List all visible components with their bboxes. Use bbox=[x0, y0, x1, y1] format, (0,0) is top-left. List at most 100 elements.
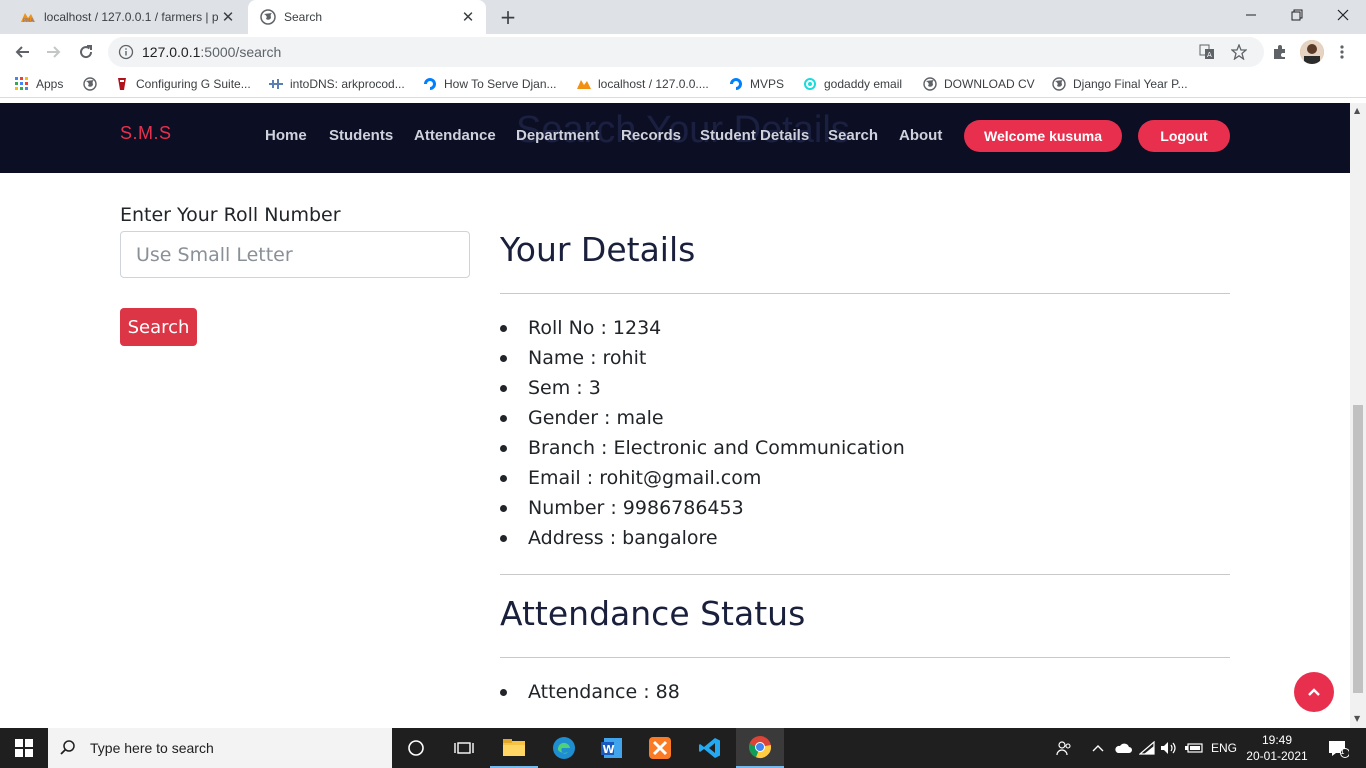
system-clock[interactable]: 19:49 20-01-2021 bbox=[1240, 732, 1314, 764]
close-tab-icon[interactable]: ✕ bbox=[218, 7, 238, 27]
detail-sem: Sem : 3 bbox=[500, 373, 905, 403]
globe-icon bbox=[260, 9, 276, 25]
search-icon bbox=[60, 740, 75, 755]
tab-title: Search bbox=[284, 10, 323, 24]
windows-start-icon[interactable] bbox=[0, 728, 48, 768]
site-info-icon[interactable] bbox=[118, 44, 134, 64]
page-icon bbox=[114, 76, 130, 92]
onedrive-cloud-icon[interactable] bbox=[1112, 728, 1134, 768]
nav-students[interactable]: Students bbox=[329, 127, 393, 144]
xampp-icon[interactable] bbox=[636, 728, 684, 768]
page-scrollbar[interactable]: ▲ ▼ bbox=[1350, 103, 1366, 728]
edge-browser-icon[interactable] bbox=[540, 728, 588, 768]
nav-attendance[interactable]: Attendance bbox=[414, 127, 496, 144]
task-view-icon[interactable] bbox=[440, 728, 488, 768]
bookmark-localhost-pma[interactable]: localhost / 127.0.0.... bbox=[576, 75, 709, 93]
bookmark-django-final-year[interactable]: Django Final Year P... bbox=[1051, 75, 1188, 93]
nav-department[interactable]: Department bbox=[516, 127, 599, 144]
volume-icon[interactable] bbox=[1158, 728, 1180, 768]
address-bar[interactable]: 127.0.0.1:5000/search A bbox=[108, 37, 1264, 67]
language-indicator[interactable]: ENG bbox=[1208, 728, 1240, 768]
tab-title: localhost / 127.0.0.1 / farmers | p bbox=[44, 10, 218, 24]
forward-arrow-icon[interactable] bbox=[40, 38, 68, 66]
site-navbar: Search Your Details S.M.S Home Students … bbox=[0, 103, 1350, 173]
nav-home[interactable]: Home bbox=[265, 127, 307, 144]
dns-icon bbox=[268, 76, 284, 92]
cortana-icon[interactable] bbox=[392, 728, 440, 768]
welcome-user-button[interactable]: Welcome kusuma bbox=[964, 120, 1122, 152]
nav-records[interactable]: Records bbox=[621, 127, 681, 144]
detail-roll-no: Roll No : 1234 bbox=[500, 313, 905, 343]
bookmark-download-cv[interactable]: DOWNLOAD CV bbox=[922, 75, 1035, 93]
attendance-value: Attendance : 88 bbox=[500, 677, 680, 707]
extensions-puzzle-icon[interactable] bbox=[1268, 40, 1292, 64]
svg-text:W: W bbox=[603, 743, 615, 756]
nav-search[interactable]: Search bbox=[828, 127, 878, 144]
digitalocean-icon bbox=[728, 76, 744, 92]
detail-branch: Branch : Electronic and Communication bbox=[500, 433, 905, 463]
file-explorer-icon[interactable] bbox=[490, 728, 538, 768]
bookmark-serve-django[interactable]: How To Serve Djan... bbox=[422, 75, 557, 93]
chrome-menu-icon[interactable] bbox=[1330, 40, 1354, 64]
apps-grid-icon bbox=[14, 76, 30, 92]
close-tab-icon[interactable]: ✕ bbox=[458, 7, 478, 27]
bookmark-star-icon[interactable] bbox=[1230, 43, 1248, 61]
url-text: 127.0.0.1:5000/search bbox=[142, 44, 282, 60]
logout-button[interactable]: Logout bbox=[1138, 120, 1230, 152]
profile-avatar[interactable] bbox=[1300, 40, 1324, 64]
new-tab-icon[interactable]: + bbox=[496, 6, 520, 28]
globe-icon bbox=[82, 76, 98, 92]
divider bbox=[500, 293, 1230, 294]
browser-tab-strip: PMA localhost / 127.0.0.1 / farmers | p … bbox=[0, 0, 1366, 34]
bookmark-apps[interactable]: Apps bbox=[14, 75, 63, 93]
globe-icon bbox=[1051, 76, 1067, 92]
restore-icon[interactable] bbox=[1274, 0, 1320, 30]
vscode-icon[interactable] bbox=[686, 728, 734, 768]
network-wifi-icon[interactable] bbox=[1136, 728, 1158, 768]
bookmark-mvps[interactable]: MVPS bbox=[728, 75, 784, 93]
back-to-top-button[interactable] bbox=[1294, 672, 1334, 712]
phpmyadmin-icon bbox=[576, 76, 592, 92]
roll-number-input[interactable] bbox=[120, 231, 470, 278]
detail-number: Number : 9986786453 bbox=[500, 493, 905, 523]
detail-gender: Gender : male bbox=[500, 403, 905, 433]
notification-count: 1 bbox=[1340, 747, 1345, 756]
chrome-icon[interactable] bbox=[736, 728, 784, 768]
scrollbar-thumb[interactable] bbox=[1353, 405, 1363, 693]
scroll-up-arrow-icon[interactable]: ▲ bbox=[1354, 106, 1360, 115]
close-window-icon[interactable] bbox=[1320, 0, 1366, 30]
bookmark-configuring-gsuite[interactable]: Configuring G Suite... bbox=[114, 75, 251, 93]
word-icon[interactable]: W bbox=[588, 728, 636, 768]
back-arrow-icon[interactable] bbox=[8, 38, 36, 66]
nav-about[interactable]: About bbox=[899, 127, 942, 144]
page-viewport: Search Your Details S.M.S Home Students … bbox=[0, 103, 1350, 728]
detail-name: Name : rohit bbox=[500, 343, 905, 373]
notification-center-icon[interactable]: 1 bbox=[1318, 728, 1358, 768]
translate-icon[interactable]: A bbox=[1198, 43, 1216, 61]
site-brand[interactable]: S.M.S bbox=[120, 123, 172, 144]
svg-text:PMA: PMA bbox=[23, 18, 34, 23]
globe-icon bbox=[922, 76, 938, 92]
tab-phpmyadmin[interactable]: PMA localhost / 127.0.0.1 / farmers | p … bbox=[8, 0, 246, 34]
reload-icon[interactable] bbox=[72, 38, 100, 66]
student-details-list: Roll No : 1234 Name : rohit Sem : 3 Gend… bbox=[500, 313, 905, 553]
minimize-icon[interactable] bbox=[1228, 0, 1274, 30]
digitalocean-icon bbox=[422, 76, 438, 92]
tab-search[interactable]: Search ✕ bbox=[248, 0, 486, 34]
battery-icon[interactable] bbox=[1182, 728, 1206, 768]
bookmark-globe[interactable] bbox=[82, 75, 104, 93]
taskbar-search-box[interactable]: Type here to search bbox=[48, 728, 392, 768]
show-hidden-icons-chevron-up-icon[interactable] bbox=[1088, 728, 1108, 768]
clock-date: 20-01-2021 bbox=[1246, 749, 1308, 763]
attendance-status-heading: Attendance Status bbox=[500, 594, 806, 633]
chevron-up-icon bbox=[1308, 688, 1320, 696]
bookmark-godaddy-email[interactable]: godaddy email bbox=[802, 75, 902, 93]
search-button[interactable]: Search bbox=[120, 308, 197, 346]
your-details-heading: Your Details bbox=[500, 230, 696, 269]
roll-number-label: Enter Your Roll Number bbox=[120, 204, 341, 226]
scroll-down-arrow-icon[interactable]: ▼ bbox=[1354, 714, 1360, 723]
browser-toolbar: 127.0.0.1:5000/search A bbox=[0, 34, 1366, 70]
people-icon[interactable] bbox=[1050, 728, 1078, 768]
nav-student-details[interactable]: Student Details bbox=[700, 127, 809, 144]
bookmark-intodns[interactable]: intoDNS: arkprocod... bbox=[268, 75, 405, 93]
